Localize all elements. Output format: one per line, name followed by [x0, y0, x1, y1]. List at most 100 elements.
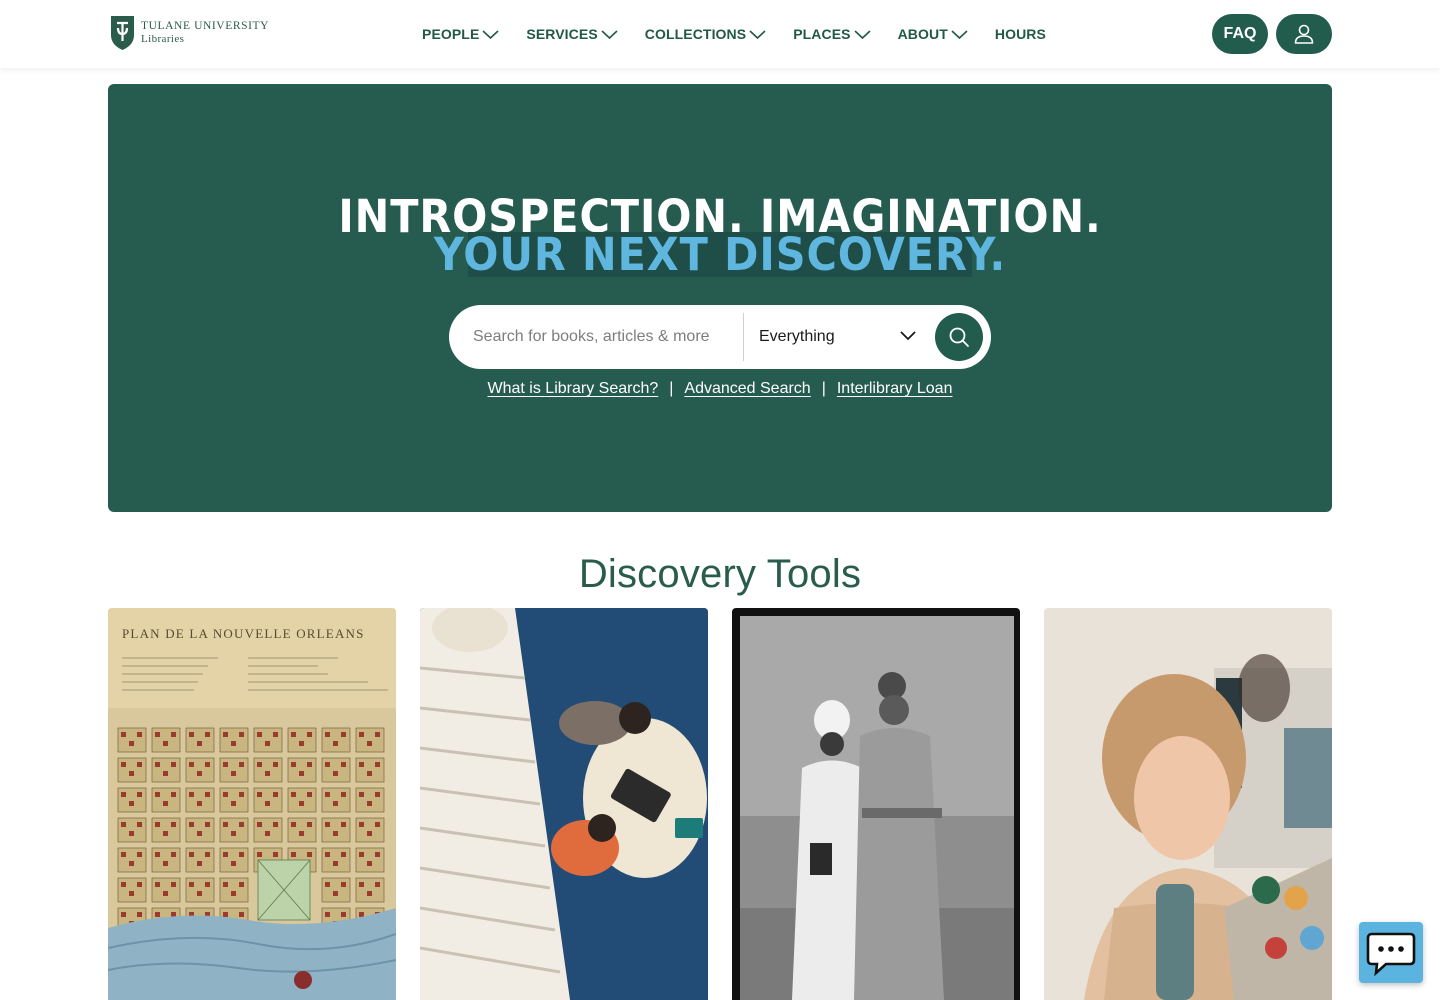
map-building	[231, 831, 236, 836]
map-building	[155, 882, 160, 887]
map-building	[299, 831, 304, 836]
main-nav: PEOPLE SERVICES COLLECTIONS PLACES ABOUT…	[422, 24, 1046, 44]
map-building	[137, 792, 142, 797]
map-building	[205, 822, 210, 827]
map-building	[307, 822, 312, 827]
map-block	[321, 877, 351, 903]
discovery-tools-heading: Discovery Tools	[578, 552, 862, 596]
map-building	[375, 732, 380, 737]
map-building	[375, 882, 380, 887]
search-submit-button[interactable]	[935, 313, 983, 361]
map-block	[321, 727, 351, 753]
map-building	[367, 861, 372, 866]
nav-item-services[interactable]: SERVICES	[526, 24, 618, 44]
map-building	[359, 792, 364, 797]
map-block	[355, 877, 385, 903]
chat-icon	[1366, 932, 1416, 976]
map-building	[367, 891, 372, 896]
map-building	[121, 882, 126, 887]
map-building	[367, 741, 372, 746]
map-block	[253, 787, 283, 813]
map-building	[163, 771, 168, 776]
map-building	[197, 741, 202, 746]
map-building	[121, 912, 126, 917]
map-building	[163, 801, 168, 806]
map-block	[253, 757, 283, 783]
map-building	[333, 801, 338, 806]
map-building	[273, 852, 278, 857]
discovery-card-study[interactable]	[420, 608, 708, 1000]
map-building	[121, 732, 126, 737]
map-block	[151, 727, 181, 753]
search-input[interactable]	[473, 305, 733, 369]
map-building	[341, 732, 346, 737]
map-building	[231, 771, 236, 776]
search-scope-select[interactable]: Everything	[759, 305, 919, 369]
map-building	[341, 912, 346, 917]
map-block	[151, 787, 181, 813]
nav-item-places[interactable]: PLACES	[793, 24, 871, 44]
map-building	[137, 852, 142, 857]
chat-widget-button[interactable]	[1359, 922, 1423, 983]
nav-label: PEOPLE	[422, 26, 480, 42]
map-building	[121, 822, 126, 827]
what-is-library-search-link[interactable]: What is Library Search?	[488, 380, 659, 397]
map-building	[121, 852, 126, 857]
map-building	[307, 792, 312, 797]
map-building	[231, 741, 236, 746]
map-block	[355, 847, 385, 873]
discovery-card-map[interactable]: PLAN DE LA NOUVELLE ORLEANS	[108, 608, 396, 1000]
map-block	[219, 727, 249, 753]
map-building	[231, 861, 236, 866]
map-building	[171, 882, 176, 887]
map-building	[273, 822, 278, 827]
nav-item-hours[interactable]: HOURS	[995, 24, 1046, 44]
faq-button[interactable]: FAQ	[1212, 14, 1268, 54]
search-scope-value: Everything	[759, 328, 835, 345]
map-building	[273, 792, 278, 797]
map-building	[163, 741, 168, 746]
map-building	[205, 882, 210, 887]
map-block	[185, 817, 215, 843]
map-building	[299, 771, 304, 776]
map-building	[291, 792, 296, 797]
chevron-down-icon	[900, 331, 916, 341]
map-building	[197, 831, 202, 836]
map-building	[223, 732, 228, 737]
advanced-search-link[interactable]: Advanced Search	[684, 380, 810, 397]
nav-label: PLACES	[793, 26, 851, 42]
hero-subheadline: YOUR NEXT DISCOVERY.	[433, 228, 1007, 281]
map-block	[287, 817, 317, 843]
map-block	[151, 877, 181, 903]
map-block	[287, 727, 317, 753]
map-building	[231, 801, 236, 806]
map-building	[325, 882, 330, 887]
map-block	[219, 817, 249, 843]
map-block	[151, 757, 181, 783]
nav-item-people[interactable]: PEOPLE	[422, 24, 499, 44]
map-building	[307, 762, 312, 767]
map-building	[375, 852, 380, 857]
interlibrary-loan-link[interactable]: Interlibrary Loan	[837, 380, 953, 397]
map-building	[325, 852, 330, 857]
map-block	[117, 727, 147, 753]
map-block	[321, 817, 351, 843]
nav-item-collections[interactable]: COLLECTIONS	[645, 24, 766, 44]
map-building	[189, 822, 194, 827]
map-block	[185, 877, 215, 903]
map-block	[355, 727, 385, 753]
nav-item-about[interactable]: ABOUT	[898, 24, 968, 44]
discovery-card-research[interactable]	[1044, 608, 1332, 1000]
map-block	[117, 757, 147, 783]
account-button[interactable]	[1276, 14, 1332, 54]
map-building	[223, 882, 228, 887]
tulane-libraries-logo[interactable]: TULANE UNIVERSITY Libraries	[110, 15, 269, 51]
nav-label: HOURS	[994, 26, 1046, 42]
map-building	[239, 792, 244, 797]
map-building	[137, 912, 142, 917]
discovery-card-archives[interactable]	[732, 608, 1020, 1000]
map-building	[223, 822, 228, 827]
map-block	[355, 817, 385, 843]
map-building	[291, 762, 296, 767]
map-block	[151, 847, 181, 873]
